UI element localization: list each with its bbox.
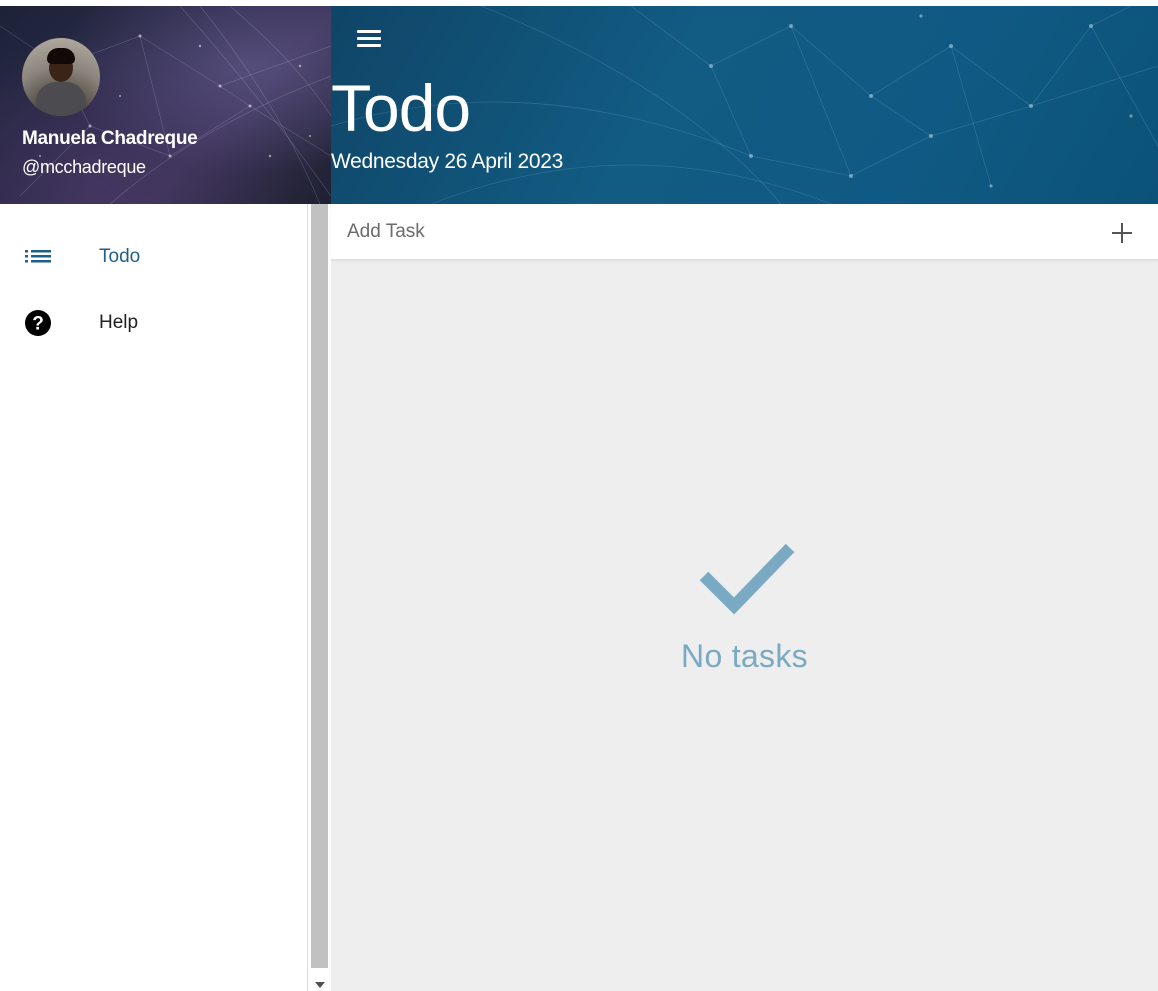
sidebar-nav: Todo ? Help: [0, 222, 307, 354]
scrollbar-thumb[interactable]: [311, 204, 328, 968]
empty-state: No tasks: [331, 534, 1158, 675]
profile-header: Manuela Chadreque @mcchadreque: [0, 6, 331, 204]
app-header: Todo Wednesday 26 April 2023: [331, 6, 1158, 204]
sidebar-item-todo[interactable]: Todo: [0, 222, 307, 288]
profile-handle: @mcchadreque: [22, 157, 146, 177]
scroll-down-arrow-icon[interactable]: [315, 982, 325, 988]
avatar[interactable]: [22, 38, 100, 116]
hamburger-menu-icon[interactable]: [357, 28, 383, 50]
add-task-bar: [331, 204, 1158, 260]
help-circle-icon: ?: [24, 310, 52, 336]
empty-state-text: No tasks: [681, 638, 808, 674]
current-date: Wednesday 26 April 2023: [331, 150, 564, 173]
svg-text:?: ?: [32, 314, 44, 335]
checkmark-icon: [699, 543, 794, 615]
sidebar: Manuela Chadreque @mcchadreque Todo ? He…: [0, 0, 331, 991]
sidebar-item-label: Todo: [99, 246, 141, 267]
add-task-input[interactable]: [331, 204, 1091, 260]
sidebar-item-label: Help: [99, 312, 139, 333]
page-title: Todo: [331, 71, 471, 145]
list-icon: [24, 244, 52, 268]
sidebar-item-help[interactable]: ? Help: [0, 288, 307, 354]
main-content: No tasks: [331, 204, 1158, 991]
vertical-scrollbar[interactable]: [307, 204, 331, 991]
profile-name: Manuela Chadreque: [22, 128, 198, 149]
plus-icon[interactable]: [1109, 220, 1135, 246]
